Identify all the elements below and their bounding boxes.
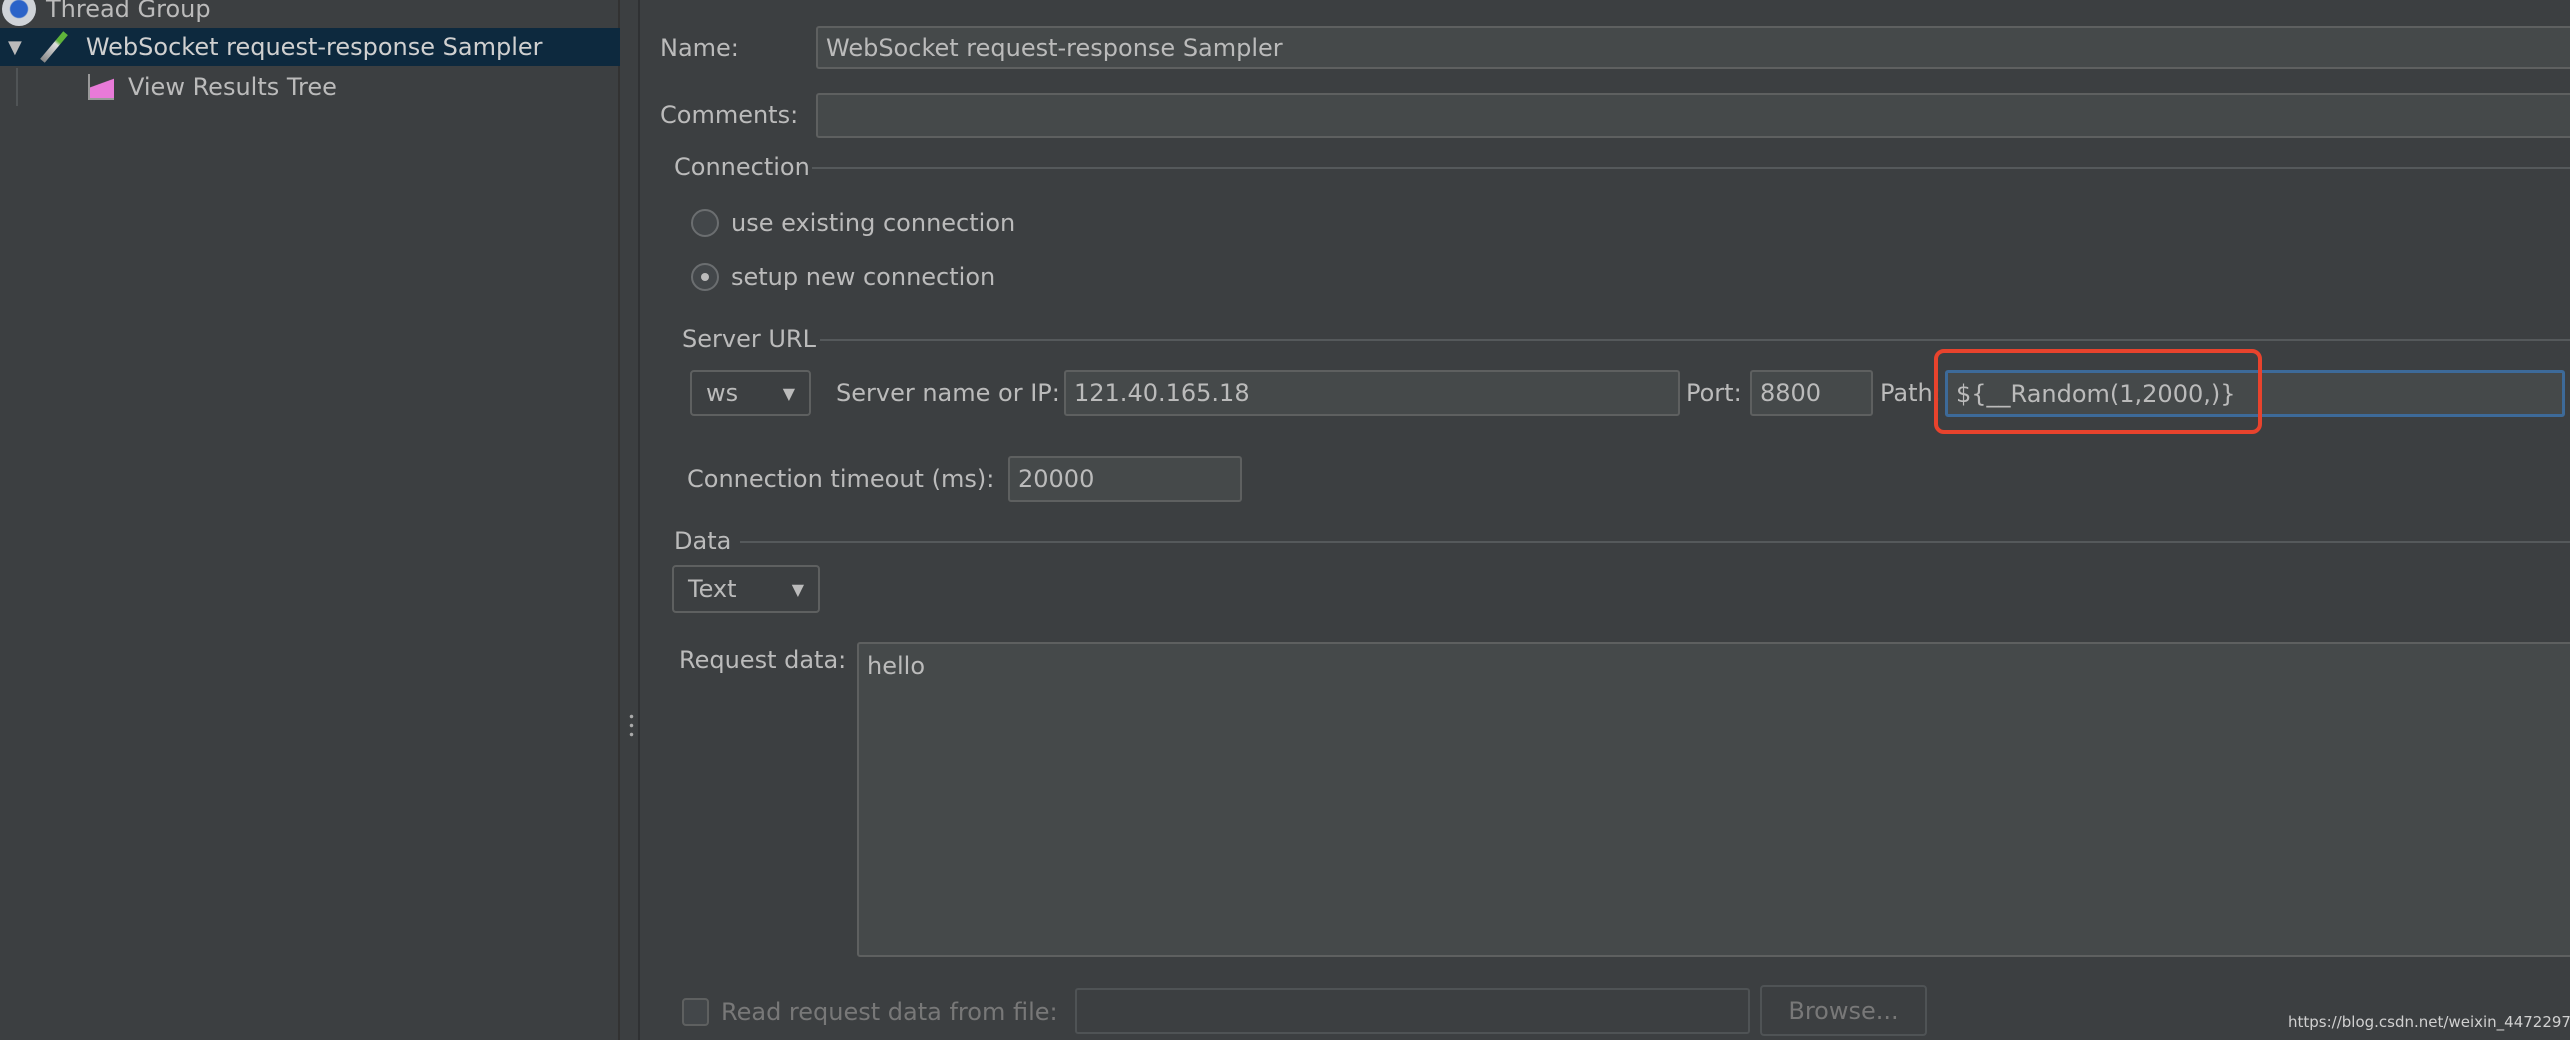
expand-triangle-icon[interactable]: ▼ xyxy=(8,37,22,58)
tree-item-view-results-tree[interactable]: View Results Tree xyxy=(0,68,620,106)
tree-item-thread-group[interactable]: Thread Group xyxy=(0,0,620,28)
comments-input[interactable] xyxy=(816,93,2570,138)
watermark: https://blog.csdn.net/weixin_44722978 xyxy=(2288,1013,2570,1031)
server-url-title: Server URL xyxy=(682,325,816,353)
file-path-input[interactable] xyxy=(1075,988,1750,1034)
request-data-textarea[interactable]: hello xyxy=(857,642,2570,957)
connection-divider xyxy=(812,167,2570,169)
gear-icon xyxy=(2,0,36,26)
request-data-label: Request data: xyxy=(679,646,847,674)
timeout-label: Connection timeout (ms): xyxy=(687,465,995,493)
test-plan-tree: Thread Group ▼ WebSocket request-respons… xyxy=(0,0,620,1040)
radio-dot xyxy=(701,273,709,281)
server-url-divider xyxy=(820,339,2570,341)
tree-item-label: Thread Group xyxy=(46,0,211,23)
protocol-value: ws xyxy=(706,379,739,407)
comments-label: Comments: xyxy=(660,101,799,129)
name-input[interactable]: WebSocket request-response Sampler xyxy=(816,26,2570,69)
data-divider xyxy=(740,541,2570,543)
data-type-value: Text xyxy=(688,575,737,603)
read-from-file-checkbox[interactable] xyxy=(682,998,709,1026)
chevron-down-icon: ▼ xyxy=(782,383,795,403)
data-title: Data xyxy=(674,527,732,555)
name-label: Name: xyxy=(660,34,739,62)
chart-icon xyxy=(88,74,114,100)
data-type-dropdown[interactable]: Text ▼ xyxy=(672,565,820,613)
radio-existing-label: use existing connection xyxy=(731,209,1016,237)
port-label: Port: xyxy=(1686,379,1742,407)
tree-guide-line xyxy=(16,68,18,106)
radio-existing-connection[interactable] xyxy=(691,209,719,237)
connection-title: Connection xyxy=(674,153,810,181)
chevron-down-icon: ▼ xyxy=(791,579,804,599)
tree-item-label: View Results Tree xyxy=(128,73,337,101)
read-from-file-label: Read request data from file: xyxy=(721,998,1058,1026)
path-label: Path: xyxy=(1880,379,1941,407)
radio-new-label: setup new connection xyxy=(731,263,996,291)
splitter-grip-icon[interactable] xyxy=(629,712,634,740)
browse-button[interactable]: Browse... xyxy=(1760,985,1927,1036)
server-input[interactable]: 121.40.165.18 xyxy=(1064,370,1680,416)
highlight-box xyxy=(1934,349,2262,434)
splitter[interactable] xyxy=(622,0,640,1040)
tree-item-websocket-sampler[interactable]: ▼ WebSocket request-response Sampler xyxy=(0,28,620,66)
protocol-dropdown[interactable]: ws ▼ xyxy=(690,370,811,416)
port-input[interactable]: 8800 xyxy=(1750,370,1873,416)
pipette-icon xyxy=(39,31,68,63)
tree-item-label: WebSocket request-response Sampler xyxy=(85,33,543,61)
timeout-input[interactable]: 20000 xyxy=(1008,456,1242,502)
radio-new-connection[interactable] xyxy=(691,263,719,291)
server-label: Server name or IP: xyxy=(836,379,1060,407)
